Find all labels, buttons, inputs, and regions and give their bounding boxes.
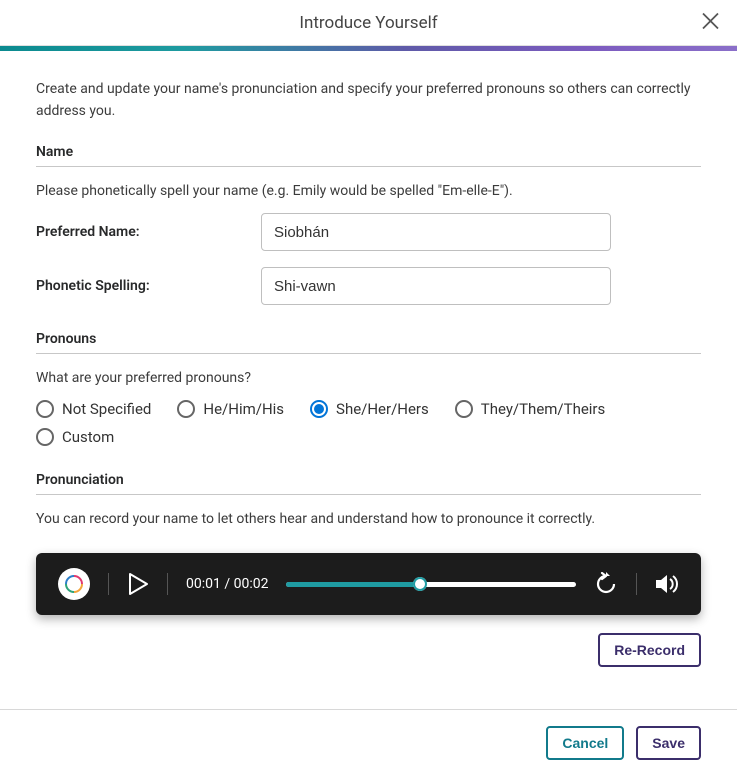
intro-text: Create and update your name's pronunciat… [36, 79, 701, 122]
pronunciation-text: You can record your name to let others h… [36, 511, 701, 527]
pronouns-question: What are your preferred pronouns? [36, 370, 701, 386]
radio-label: He/Him/His [203, 400, 284, 418]
dialog-footer: Cancel Save [0, 709, 737, 780]
close-icon[interactable] [698, 8, 723, 37]
radio-custom[interactable]: Custom [36, 428, 114, 446]
preferred-name-input[interactable] [261, 213, 611, 251]
separator [167, 573, 168, 595]
radio-they[interactable]: They/Them/Theirs [455, 400, 606, 418]
radio-label: They/Them/Theirs [481, 400, 606, 418]
save-button[interactable]: Save [636, 726, 701, 760]
radio-label: Custom [62, 428, 114, 446]
separator [108, 573, 109, 595]
radio-icon [310, 400, 328, 418]
section-heading-pronouns: Pronouns [36, 331, 701, 354]
progress-slider[interactable] [286, 582, 576, 587]
radio-not-specified[interactable]: Not Specified [36, 400, 151, 418]
phonetic-row: Phonetic Spelling: [36, 267, 701, 305]
dialog-header: Introduce Yourself [0, 0, 737, 46]
audio-player: 00:01 / 00:02 [36, 553, 701, 615]
radio-icon [177, 400, 195, 418]
play-icon[interactable] [127, 572, 149, 596]
time-display: 00:01 / 00:02 [186, 576, 268, 592]
preferred-name-row: Preferred Name: [36, 213, 701, 251]
preferred-name-label: Preferred Name: [36, 224, 261, 240]
rerecord-button[interactable]: Re-Record [598, 633, 701, 667]
separator [636, 573, 637, 595]
replay-icon[interactable] [594, 572, 618, 596]
radio-icon [455, 400, 473, 418]
phonetic-input[interactable] [261, 267, 611, 305]
volume-icon[interactable] [655, 573, 679, 595]
radio-she[interactable]: She/Her/Hers [310, 400, 429, 418]
radio-label: Not Specified [62, 400, 151, 418]
radio-he[interactable]: He/Him/His [177, 400, 284, 418]
section-heading-name: Name [36, 144, 701, 167]
radio-icon [36, 400, 54, 418]
radio-label: She/Her/Hers [336, 400, 429, 418]
brand-icon [58, 568, 90, 600]
name-helper-text: Please phonetically spell your name (e.g… [36, 183, 701, 199]
dialog-title: Introduce Yourself [299, 13, 437, 33]
section-heading-pronunciation: Pronunciation [36, 472, 701, 495]
pronouns-radio-group: Not Specified He/Him/His She/Her/Hers Th… [36, 400, 701, 418]
phonetic-label: Phonetic Spelling: [36, 278, 261, 294]
radio-icon [36, 428, 54, 446]
cancel-button[interactable]: Cancel [546, 726, 624, 760]
